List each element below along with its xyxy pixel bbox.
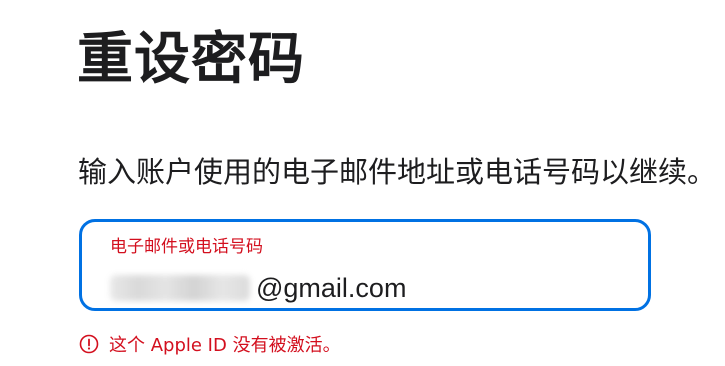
error-message-row: 这个 Apple ID 没有被激活。 bbox=[79, 332, 341, 356]
error-message: 这个 Apple ID 没有被激活。 bbox=[109, 335, 341, 356]
alert-circle-icon bbox=[79, 334, 99, 354]
page-title: 重设密码 bbox=[77, 27, 305, 92]
redacted-text-mask bbox=[110, 275, 250, 301]
field-value[interactable]: @gmail.com bbox=[110, 270, 406, 306]
instruction-text: 输入账户使用的电子邮件地址或电话号码以继续。 bbox=[78, 155, 717, 189]
field-label: 电子邮件或电话号码 bbox=[110, 237, 263, 257]
email-domain-text: @gmail.com bbox=[256, 273, 407, 303]
email-or-phone-field[interactable]: 电子邮件或电话号码 @gmail.com bbox=[79, 219, 651, 311]
